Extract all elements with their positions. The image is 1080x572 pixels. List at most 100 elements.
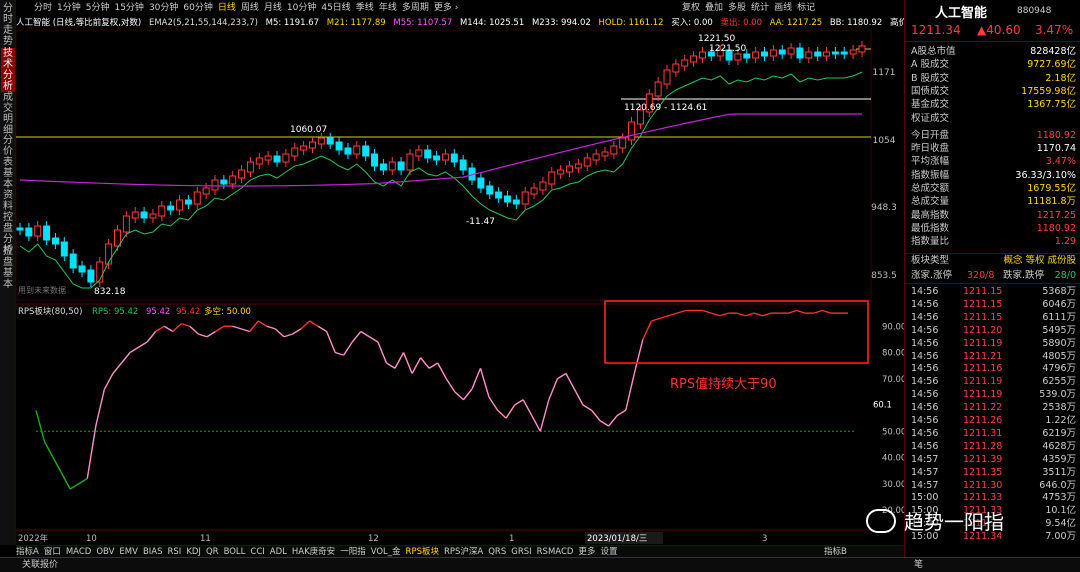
rps-segment	[112, 362, 123, 374]
indicator-tab[interactable]: KDJ	[186, 547, 201, 557]
rps-segment	[531, 415, 541, 432]
toolbar-right-item[interactable]: 标记	[797, 3, 815, 13]
period-tab[interactable]: 分时	[34, 3, 52, 13]
stat-value: 17559.98亿	[1021, 85, 1076, 97]
indicator-tab[interactable]: CCI	[250, 547, 264, 557]
tick-volume: 5495万	[1042, 324, 1076, 336]
candle-body	[840, 51, 848, 55]
price-tick: 1171	[873, 68, 896, 78]
period-tab[interactable]: 日线	[218, 3, 236, 13]
indicator-tab[interactable]: VOL_金	[371, 547, 401, 557]
stat-value: 36.33/3.10%	[1015, 169, 1076, 181]
candle-body	[743, 53, 751, 59]
tick-price: 1211.39	[963, 453, 1003, 465]
indicator-tab[interactable]: 一阳指	[340, 547, 366, 557]
rps-segment	[642, 320, 653, 340]
peak-label: 1221.50	[698, 34, 735, 44]
m5-value: M5: 1191.67	[265, 18, 320, 28]
last-price: 1211.34	[911, 23, 961, 37]
toolbar-right-item[interactable]: 多股	[728, 3, 746, 13]
indicator-tab[interactable]: MACD	[66, 547, 91, 557]
tick-time: 14:57	[911, 479, 939, 491]
vtab-item[interactable]: 分时走势	[1, 3, 15, 47]
indicator-tab[interactable]: 指标A	[16, 547, 39, 557]
vtab-item[interactable]: 基本资料	[1, 168, 15, 212]
tick-price: 1211.22	[963, 402, 1003, 414]
high-value: 高价: 121	[889, 18, 904, 28]
watermark: 趋势一阳指	[866, 506, 1076, 542]
indicator-tab[interactable]: RSI	[168, 547, 182, 557]
indicator-tab[interactable]: RSMACD	[537, 547, 574, 557]
indicator-tab[interactable]: EMV	[119, 547, 138, 557]
indicator-tab[interactable]: 更多	[578, 547, 595, 557]
pen-button[interactable]: 笔	[914, 558, 923, 572]
tick-row: 14:57 1211.39 4359万	[911, 454, 1076, 466]
rps-segment	[257, 320, 268, 327]
tick-row: 14:56 1211.19 539.0万	[911, 389, 1076, 401]
bb-value: BB: 1180.92	[829, 18, 883, 28]
period-tab[interactable]: 月线	[264, 3, 282, 13]
period-tab[interactable]: 15分钟	[114, 3, 143, 13]
candle-body	[167, 205, 175, 211]
tick-time: 14:56	[911, 337, 939, 349]
tick-time: 14:57	[911, 466, 939, 478]
indicator-tab[interactable]: 设置	[600, 547, 617, 557]
tick-row: 14:56 1211.28 4628万	[911, 441, 1076, 453]
period-tab[interactable]: 5分钟	[86, 3, 110, 13]
indicator-tab[interactable]: BIAS	[143, 547, 163, 557]
rps-segment	[334, 351, 344, 356]
period-tab[interactable]: 周线	[241, 3, 259, 13]
vtab-item[interactable]: 技术分析	[1, 48, 15, 92]
candle-body	[238, 169, 246, 179]
rps-segment	[35, 410, 46, 442]
toolbar-right-item[interactable]: 画线	[774, 3, 792, 13]
indicator-tab[interactable]: ADL	[270, 547, 287, 557]
rps-value-4: 多空: 50.00	[204, 306, 251, 317]
vtab-item[interactable]: 分价表	[1, 135, 15, 168]
period-tab[interactable]: 45日线	[321, 3, 350, 13]
toolbar-right-item[interactable]: 统计	[751, 3, 769, 13]
period-tab[interactable]: 10分钟	[287, 3, 316, 13]
peak-label-2: 1221.50	[709, 44, 746, 54]
tick-row: 14:56 1211.19 6255万	[911, 376, 1076, 388]
indicator-tab[interactable]: GRSI	[511, 547, 531, 557]
stat-label: A股总市值	[911, 46, 956, 57]
price-tick: 1054	[873, 136, 896, 146]
period-tab[interactable]: 30分钟	[149, 3, 178, 13]
period-tab[interactable]: 多周期	[402, 3, 429, 13]
period-tab[interactable]: 60分钟	[183, 3, 212, 13]
rps-segment	[428, 362, 439, 369]
indicator-tab[interactable]: OBV	[96, 547, 114, 557]
indicator-tab[interactable]: RPS板块	[406, 547, 439, 557]
candle-body	[78, 265, 86, 273]
period-tab[interactable]: 更多 ›	[434, 3, 458, 13]
vtab-item[interactable]: 成交明细	[1, 92, 15, 136]
rps-segment	[402, 352, 413, 374]
period-tab[interactable]: 年线	[379, 3, 397, 13]
toolbar-right-item[interactable]: 复权	[682, 3, 700, 13]
stat-label: 昨日收盘	[911, 143, 950, 155]
linked-quote-button[interactable]: 关联报价	[22, 558, 58, 572]
stat-label: 总成交量	[911, 196, 950, 208]
candle-body	[246, 161, 254, 173]
tick-time: 14:56	[911, 363, 939, 375]
indicator-tab[interactable]: 窗口	[44, 547, 61, 557]
stat-value: 2.18亿	[1045, 72, 1076, 84]
vtab-item[interactable]: 控盘基本	[1, 246, 15, 290]
rps-segment	[155, 325, 165, 333]
indicator-tab[interactable]: HAK庚奇安	[292, 547, 335, 557]
indicator-tab[interactable]: RPS沪深A	[444, 547, 483, 557]
period-tab[interactable]: 1分钟	[57, 3, 81, 13]
rps-segment	[309, 320, 319, 327]
indicator-tab[interactable]: QR	[206, 547, 219, 557]
tick-time: 14:56	[911, 324, 939, 336]
candle-body	[849, 49, 857, 55]
chart-area[interactable]: 1171 1054 948.3 853.5 1221.50 1221.50 10…	[16, 30, 904, 545]
period-tab[interactable]: 季线	[356, 3, 374, 13]
status-bar: 关联报价 笔	[0, 557, 1080, 572]
indicator-tab[interactable]: BOLL	[224, 547, 246, 557]
toolbar-right-item[interactable]: 叠加	[705, 3, 723, 13]
indicator-tab[interactable]: QRS	[488, 547, 506, 557]
rps-segment	[539, 399, 550, 432]
indicator-header: 人工智能 (日线,等比前复权,对数) EMA2(5,21,55,144,233,…	[16, 16, 904, 30]
